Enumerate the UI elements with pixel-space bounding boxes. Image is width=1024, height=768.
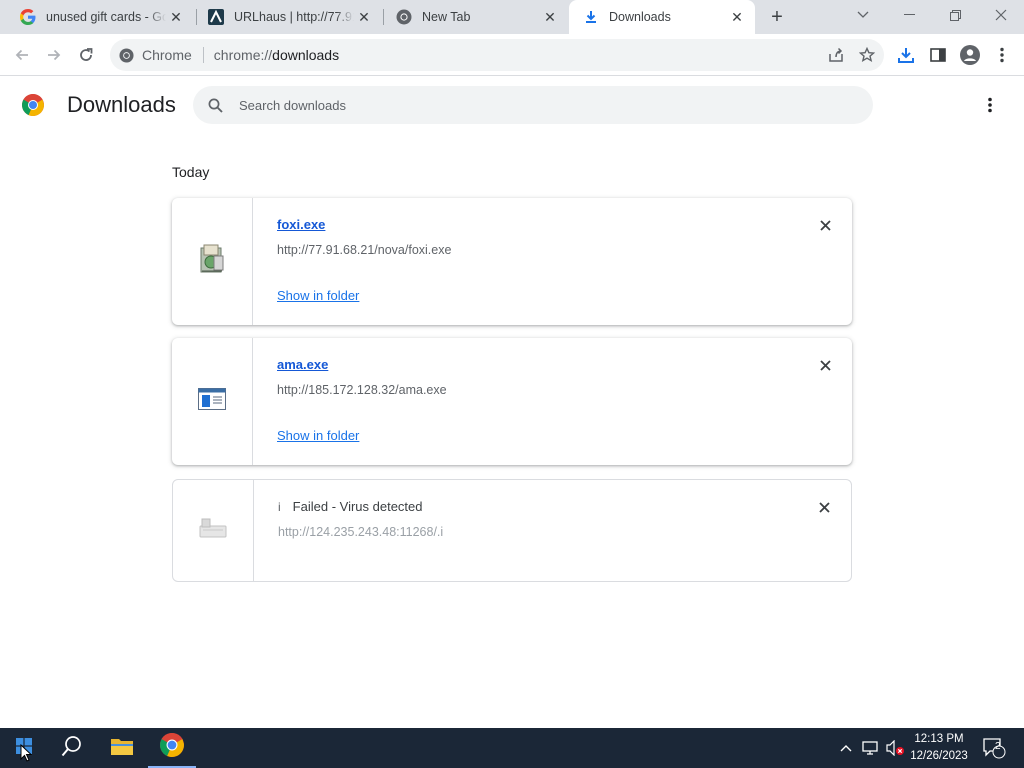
chrome-page-icon	[119, 47, 134, 63]
download-status-text: Failed - Virus detected	[292, 499, 423, 514]
folder-icon	[110, 736, 134, 761]
taskbar-search-button[interactable]	[48, 728, 96, 768]
plus-icon[interactable]: +	[766, 6, 788, 28]
chrome-icon	[396, 9, 412, 25]
remove-item-icon[interactable]	[815, 355, 835, 375]
windows-taskbar: 12:13 PM 12/26/2023 2	[0, 728, 1024, 768]
reload-icon[interactable]	[72, 41, 100, 69]
clock-date: 12/26/2023	[910, 750, 968, 762]
search-icon	[61, 735, 83, 762]
google-g-icon	[20, 9, 36, 25]
tab-downloads[interactable]: Downloads ✕	[569, 0, 755, 34]
downloads-header: Downloads	[0, 77, 1024, 133]
side-panel-icon[interactable]	[924, 41, 952, 69]
chrome-icon	[160, 732, 184, 762]
remove-item-icon[interactable]	[814, 497, 834, 517]
tab-title: unused gift cards - Goo	[46, 10, 166, 24]
download-item: foxi.exe http://77.91.68.21/nova/foxi.ex…	[172, 198, 852, 325]
tab-title: Downloads	[609, 10, 671, 24]
share-icon[interactable]	[828, 47, 844, 63]
info-icon: i	[278, 499, 281, 514]
search-icon	[205, 95, 225, 115]
tab-urlhaus[interactable]: URLhaus | http://77.91.6 ✕	[194, 0, 382, 34]
download-source-url: http://77.91.68.21/nova/foxi.exe	[277, 243, 452, 257]
remove-item-icon[interactable]	[815, 215, 835, 235]
date-section-label: Today	[172, 164, 210, 180]
file-icon-column	[172, 198, 253, 325]
notification-count: 2	[995, 741, 1001, 752]
download-filename-link[interactable]: foxi.exe	[277, 217, 325, 232]
close-icon[interactable]: ✕	[727, 7, 747, 27]
download-source-url: http://185.172.128.32/ama.exe	[277, 383, 447, 397]
address-bar[interactable]: Chrome chrome://downloads	[110, 39, 884, 71]
page-title: Downloads	[67, 92, 176, 117]
omnibox-divider	[202, 47, 204, 63]
more-actions-icon[interactable]	[979, 94, 1001, 116]
forward-icon[interactable]	[40, 41, 68, 69]
download-filename-link[interactable]: ama.exe	[277, 357, 328, 372]
show-in-folder-link[interactable]: Show in folder	[277, 428, 359, 443]
download-item: ama.exe http://185.172.128.32/ama.exe Sh…	[172, 338, 852, 465]
generic-file-icon	[198, 517, 228, 544]
chrome-logo-icon	[22, 94, 44, 116]
tab-title: URLhaus | http://77.91.6	[234, 10, 354, 24]
action-center-icon[interactable]: 2	[978, 728, 1010, 768]
urlhaus-icon	[208, 9, 224, 25]
volume-muted-icon[interactable]	[884, 728, 906, 768]
restore-icon[interactable]	[932, 0, 978, 30]
tab-title: New Tab	[422, 10, 471, 24]
downloads-toolbar-icon[interactable]	[892, 41, 920, 69]
show-in-folder-link[interactable]: Show in folder	[277, 288, 359, 303]
close-icon[interactable]: ✕	[354, 7, 374, 27]
file-icon-column	[172, 338, 253, 465]
download-source-url: http://124.235.243.48:11268/.i	[278, 525, 444, 539]
tab-new-tab[interactable]: New Tab ✕	[382, 0, 568, 34]
tab-search-icon[interactable]	[840, 0, 886, 30]
file-icon-column	[173, 480, 254, 581]
taskbar-clock[interactable]: 12:13 PM 12/26/2023	[904, 731, 974, 765]
exe-window-icon	[198, 388, 226, 415]
search-input[interactable]	[239, 97, 839, 113]
url-text: chrome://downloads	[214, 47, 339, 63]
search-bar[interactable]	[193, 86, 873, 124]
url-scheme: chrome://	[213, 47, 273, 63]
minimize-icon[interactable]	[886, 0, 932, 30]
profile-avatar-icon[interactable]	[956, 41, 984, 69]
site-chip: Chrome	[142, 47, 192, 63]
download-item-failed: i Failed - Virus detected http://124.235…	[172, 479, 852, 582]
download-icon	[583, 9, 599, 25]
tab-google-search[interactable]: unused gift cards - Goo ✕	[6, 0, 194, 34]
network-icon[interactable]	[860, 728, 882, 768]
mouse-cursor-icon	[20, 743, 33, 767]
bookmark-star-icon[interactable]	[859, 47, 875, 63]
chrome-taskbar-button[interactable]	[148, 728, 196, 768]
download-status: i Failed - Virus detected	[278, 499, 423, 514]
window-close-icon[interactable]	[978, 0, 1024, 30]
clock-time: 12:13 PM	[914, 733, 964, 745]
file-explorer-button[interactable]	[98, 728, 146, 768]
url-host: downloads	[272, 47, 340, 63]
close-icon[interactable]: ✕	[166, 7, 186, 27]
close-icon[interactable]: ✕	[540, 7, 560, 27]
show-hidden-icons-icon[interactable]	[836, 728, 856, 768]
chrome-menu-icon[interactable]	[988, 41, 1016, 69]
tab-strip: unused gift cards - Goo ✕ URLhaus | http…	[0, 0, 1024, 34]
browser-toolbar: Chrome chrome://downloads	[0, 34, 1024, 76]
installer-icon	[198, 244, 226, 279]
back-icon[interactable]	[8, 41, 36, 69]
